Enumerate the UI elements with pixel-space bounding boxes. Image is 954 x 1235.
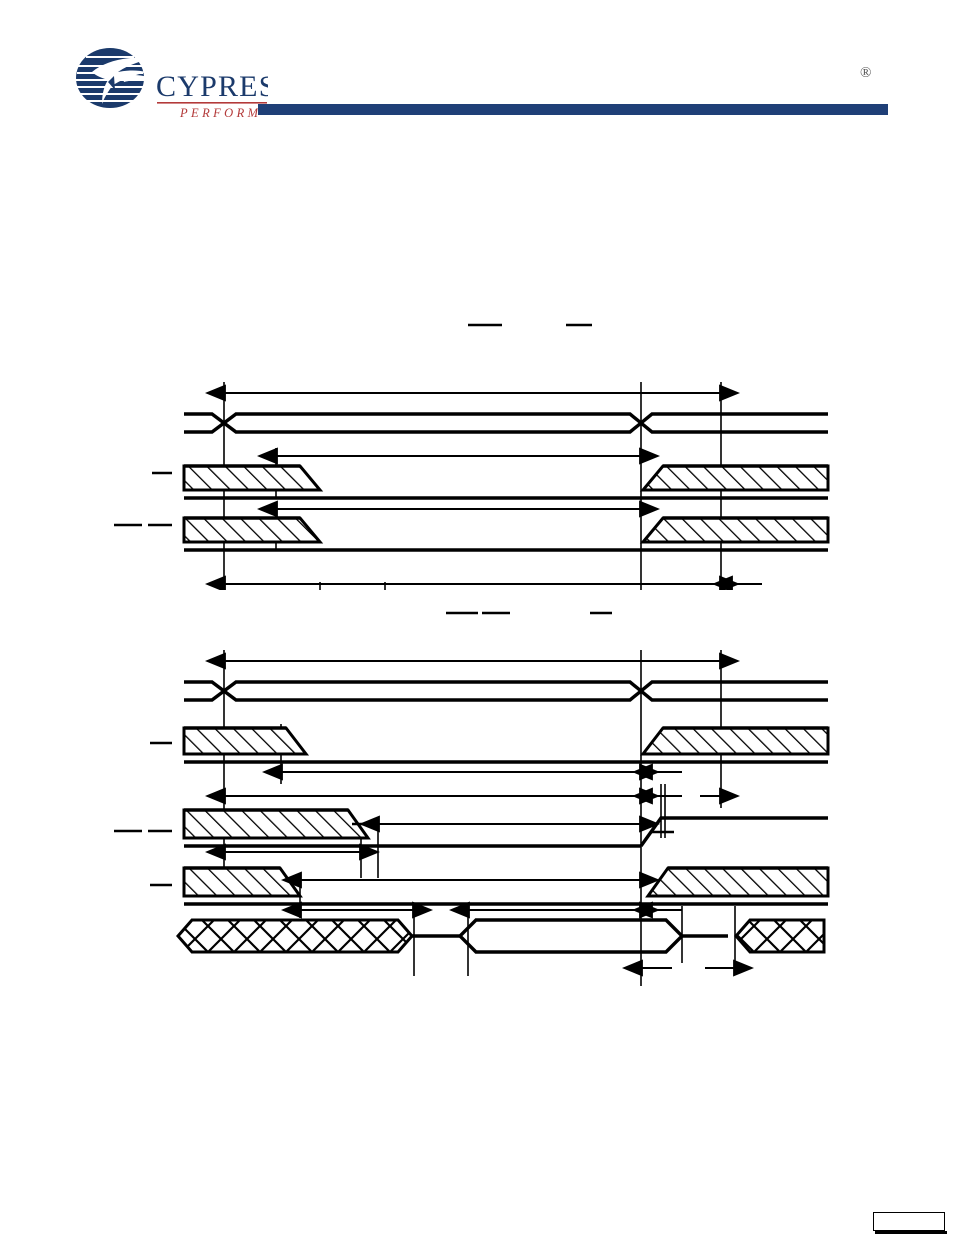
registered-trademark-icon: ® bbox=[860, 65, 872, 81]
signal-output-enable bbox=[182, 516, 830, 552]
logo-underline bbox=[157, 102, 267, 104]
figure-2-write-cycle bbox=[0, 588, 954, 1028]
figure-1-read-cycle bbox=[0, 150, 954, 590]
signal-address-2 bbox=[184, 680, 828, 702]
figure-1-signal-labels bbox=[114, 471, 172, 527]
cypress-logo: CYPRESS PERFORM bbox=[68, 46, 268, 124]
signal-write-enable-2 bbox=[182, 808, 828, 848]
cypress-globe-icon bbox=[76, 48, 154, 108]
signal-output-enable-2 bbox=[182, 866, 830, 906]
page-number-box-shadow bbox=[875, 1231, 947, 1234]
signal-data-io-2 bbox=[176, 918, 826, 954]
signal-address bbox=[184, 412, 828, 434]
figure-2-signal-labels bbox=[114, 741, 172, 887]
signal-chip-enable bbox=[182, 464, 830, 500]
cypress-wordmark: CYPRESS bbox=[156, 70, 268, 103]
cypress-tagline: PERFORM bbox=[179, 106, 261, 120]
page-number-box bbox=[873, 1212, 947, 1234]
page-header: CYPRESS PERFORM ® bbox=[0, 0, 954, 140]
datasheet-page: CYPRESS PERFORM ® bbox=[0, 0, 954, 1235]
header-rule-bar bbox=[258, 104, 888, 115]
